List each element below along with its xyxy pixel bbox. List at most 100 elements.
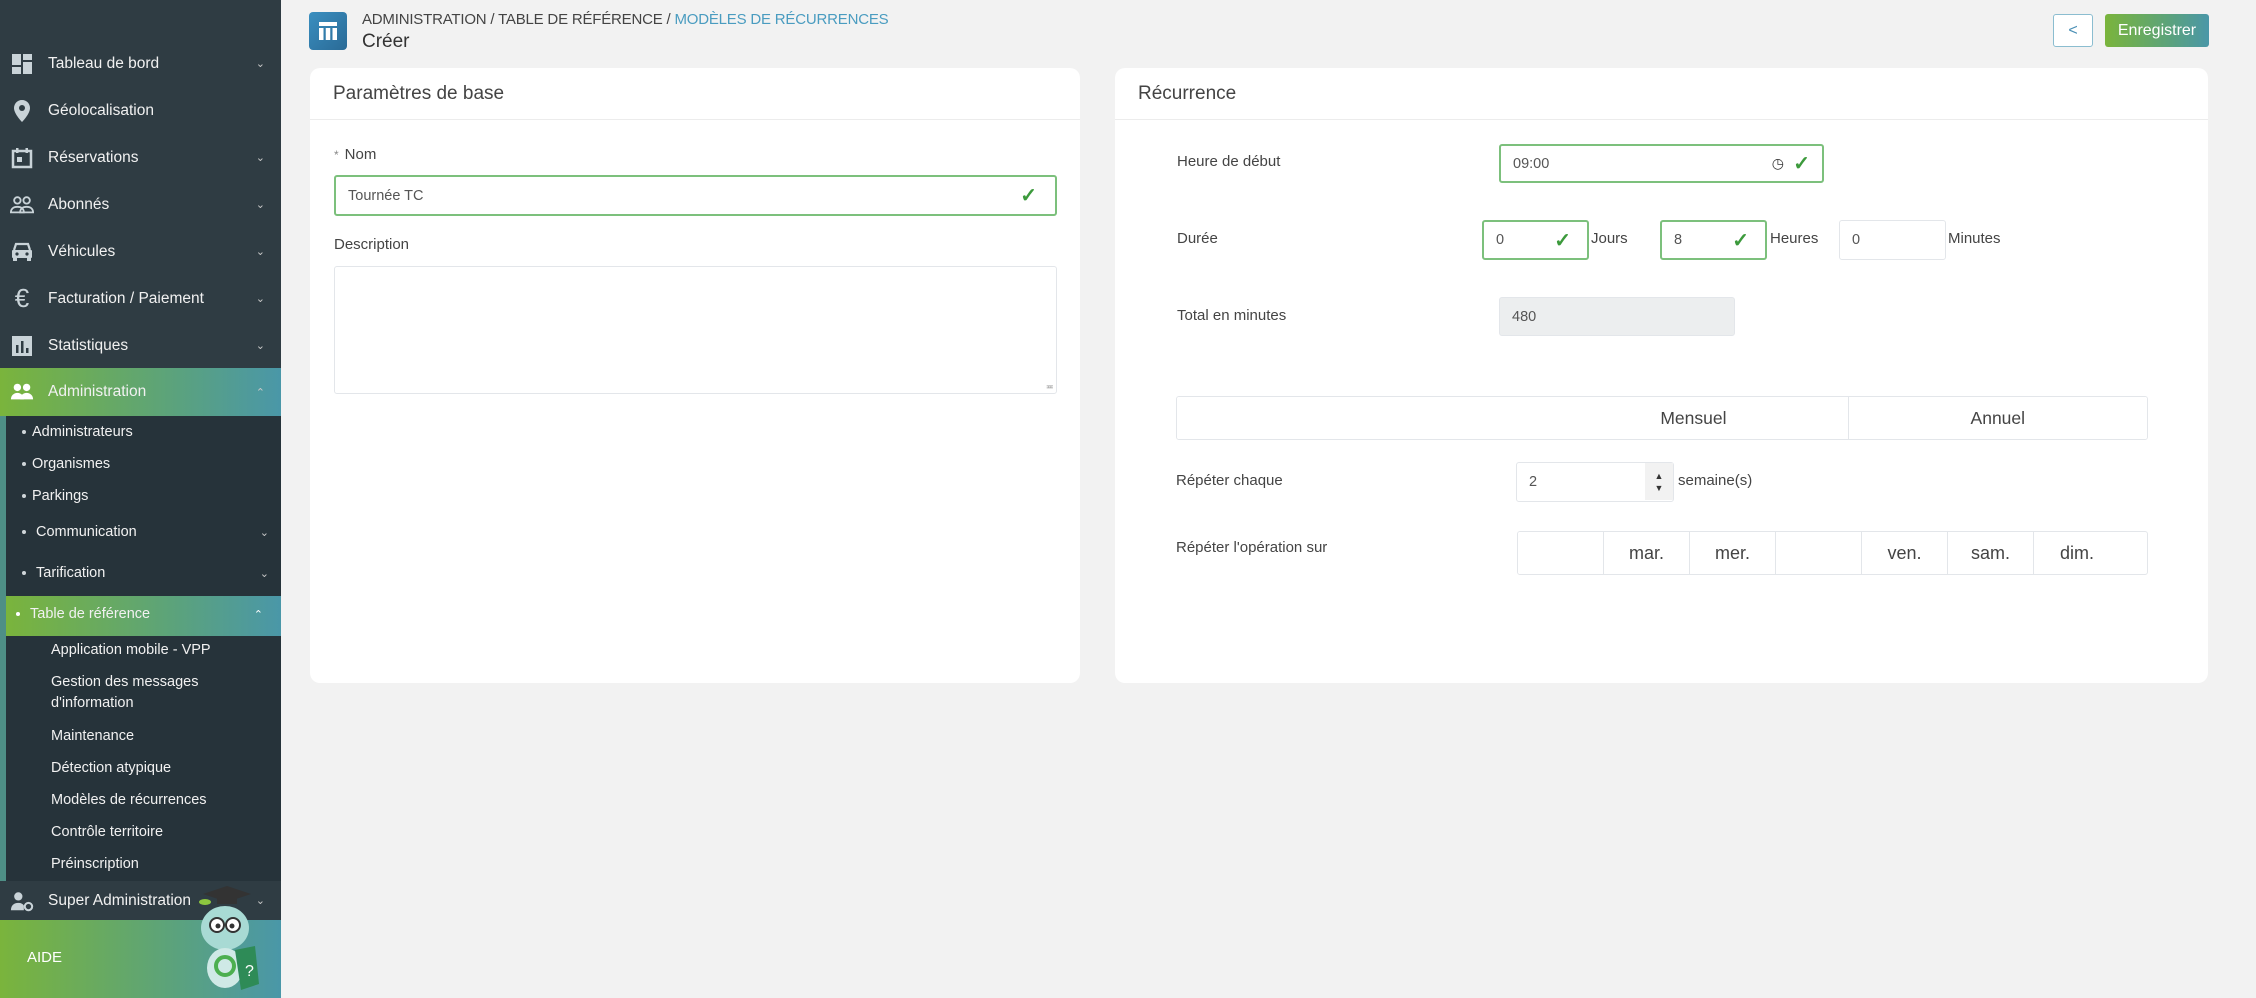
duration-hours-input[interactable]: 8 ✓ xyxy=(1660,220,1767,260)
day-sunday[interactable]: dim. xyxy=(2034,532,2120,574)
sidebar-item-reservations[interactable]: Réservations ⌄ xyxy=(0,134,281,181)
location-pin-icon xyxy=(10,99,34,123)
bullet-icon xyxy=(22,530,26,534)
bullet-icon xyxy=(16,612,20,616)
chevron-down-icon: ⌄ xyxy=(255,152,265,164)
chevron-down-icon: ⌄ xyxy=(255,340,265,352)
sidebar-subitem-parkings[interactable]: Parkings xyxy=(22,488,88,504)
sidebar-subitem-organisms[interactable]: Organismes xyxy=(22,456,110,472)
chevron-left-icon: < xyxy=(2068,21,2078,39)
decrement-arrow-icon[interactable]: ▼ xyxy=(1655,482,1664,494)
name-label-text: Nom xyxy=(344,146,377,163)
sidebar-subitem-label: Communication xyxy=(36,524,137,540)
name-input[interactable]: Tournée TC ✓ xyxy=(334,175,1057,216)
sidebar-item-geolocation[interactable]: Géolocalisation xyxy=(0,87,281,134)
total-minutes-input: 480 xyxy=(1499,297,1735,336)
chevron-down-icon: ⌄ xyxy=(255,199,265,211)
users-icon xyxy=(10,193,34,217)
sidebar-subitem-pricing[interactable]: Tarification ⌄ xyxy=(22,565,277,581)
calendar-icon xyxy=(10,146,34,170)
clock-icon[interactable]: ◷ xyxy=(1772,155,1784,172)
car-icon xyxy=(10,240,34,264)
sidebar: Tableau de bord ⌄ Géolocalisation Réserv… xyxy=(0,0,281,998)
page-title: Créer xyxy=(362,31,410,52)
sidebar-subitem-territory-control[interactable]: Contrôle territoire xyxy=(51,822,163,843)
day-wednesday[interactable]: mer. xyxy=(1690,532,1776,574)
resize-handle-icon[interactable]: ≖ xyxy=(1046,382,1054,393)
frequency-tabs: Hebdomadaire Mensuel Annuel xyxy=(1176,396,2148,440)
sidebar-subitem-mobile-app[interactable]: Application mobile - VPP xyxy=(51,640,211,661)
sidebar-subitem-maintenance[interactable]: Maintenance xyxy=(51,726,134,747)
recurrence-panel: Récurrence Heure de début 09:00 ◷ ✓ Duré… xyxy=(1115,68,2208,683)
sidebar-item-label: Facturation / Paiement xyxy=(48,289,204,307)
panel-title: Paramètres de base xyxy=(310,68,1080,120)
description-textarea[interactable]: ≖ xyxy=(334,266,1057,394)
back-button[interactable]: < xyxy=(2053,14,2093,47)
day-tuesday[interactable]: mar. xyxy=(1604,532,1690,574)
table-icon xyxy=(309,12,347,50)
repeat-every-stepper[interactable]: 2 ▲ ▼ xyxy=(1516,462,1674,502)
check-icon: ✓ xyxy=(1020,185,1037,207)
sidebar-subitem-label: Administrateurs xyxy=(32,424,133,440)
day-friday[interactable]: ven. xyxy=(1862,532,1948,574)
minutes-value: 0 xyxy=(1852,232,1861,248)
sidebar-item-label: Tableau de bord xyxy=(48,54,160,72)
help-mascot-icon[interactable]: ? xyxy=(185,880,265,995)
sidebar-item-dashboard[interactable]: Tableau de bord ⌄ xyxy=(0,40,281,87)
basic-parameters-panel: Paramètres de base * Nom Tournée TC ✓ Des… xyxy=(310,68,1080,683)
chevron-down-icon: ⌄ xyxy=(259,526,269,539)
euro-icon: € xyxy=(14,283,30,313)
days-value: 0 xyxy=(1496,232,1505,248)
repeat-every-value: 2 xyxy=(1529,474,1538,490)
breadcrumb-current: MODÈLES DE RÉCURRENCES xyxy=(674,11,889,28)
increment-arrow-icon[interactable]: ▲ xyxy=(1655,470,1664,482)
chevron-up-icon: ⌃ xyxy=(253,608,263,621)
day-monday[interactable]: lun. xyxy=(1518,532,1604,574)
duration-days-input[interactable]: 0 ✓ xyxy=(1482,220,1589,260)
breadcrumb-item[interactable]: TABLE DE RÉFÉRENCE xyxy=(498,11,663,28)
sidebar-subitem-info-messages[interactable]: Gestion des messages d'information xyxy=(51,672,241,714)
start-time-input[interactable]: 09:00 ◷ ✓ xyxy=(1499,144,1824,183)
duration-minutes-input[interactable]: 0 xyxy=(1839,220,1946,260)
bullet-icon xyxy=(22,430,26,434)
sidebar-subitem-administrators[interactable]: Administrateurs xyxy=(22,424,133,440)
breadcrumb-item[interactable]: ADMINISTRATION xyxy=(362,11,487,28)
description-label: Description xyxy=(334,236,410,253)
duration-label: Durée xyxy=(1177,230,1218,247)
tab-monthly[interactable]: Mensuel xyxy=(1539,397,1849,439)
check-icon: ✓ xyxy=(1732,229,1749,252)
sidebar-subitem-communication[interactable]: Communication ⌄ xyxy=(22,524,277,540)
start-time-label: Heure de début xyxy=(1177,153,1281,170)
sidebar-subitem-atypical-detection[interactable]: Détection atypique xyxy=(51,758,171,779)
tab-weekly[interactable]: Hebdomadaire xyxy=(1177,397,1540,439)
sidebar-item-statistics[interactable]: Statistiques ⌄ xyxy=(0,322,281,369)
bullet-icon xyxy=(22,571,26,575)
sidebar-item-label: Réservations xyxy=(48,148,139,166)
day-saturday[interactable]: sam. xyxy=(1948,532,2034,574)
sidebar-subitem-reference-table[interactable]: Table de référence ⌃ xyxy=(6,596,281,636)
breadcrumb-separator: / xyxy=(662,11,675,28)
check-icon: ✓ xyxy=(1554,229,1571,252)
day-thursday[interactable]: jeu. xyxy=(1776,532,1862,574)
chevron-down-icon: ⌄ xyxy=(255,246,265,258)
check-icon: ✓ xyxy=(1793,153,1810,175)
svg-text:?: ? xyxy=(245,963,254,980)
sidebar-item-subscribers[interactable]: Abonnés ⌄ xyxy=(0,181,281,228)
total-minutes-label: Total en minutes xyxy=(1177,307,1287,324)
days-unit-label: Jours xyxy=(1591,230,1628,247)
sidebar-item-administration[interactable]: Administration ⌃ xyxy=(0,368,281,416)
sidebar-subitem-recurrence-models[interactable]: Modèles de récurrences xyxy=(51,790,207,811)
tab-yearly[interactable]: Annuel xyxy=(1848,397,2147,439)
sidebar-item-label: Super Administration xyxy=(48,891,192,909)
sidebar-item-vehicles[interactable]: Véhicules ⌄ xyxy=(0,228,281,275)
chevron-down-icon: ⌄ xyxy=(259,567,269,580)
bar-chart-icon xyxy=(10,334,34,358)
sidebar-subitem-preregistration[interactable]: Préinscription xyxy=(51,854,139,875)
sidebar-item-billing[interactable]: € Facturation / Paiement ⌄ xyxy=(0,275,281,322)
bullet-icon xyxy=(22,494,26,498)
sidebar-item-label: Abonnés xyxy=(48,195,110,213)
name-label: * Nom xyxy=(334,146,376,163)
sidebar-item-label: Statistiques xyxy=(48,336,129,354)
panel-title: Récurrence xyxy=(1115,68,2208,120)
save-button[interactable]: Enregistrer xyxy=(2105,14,2209,47)
